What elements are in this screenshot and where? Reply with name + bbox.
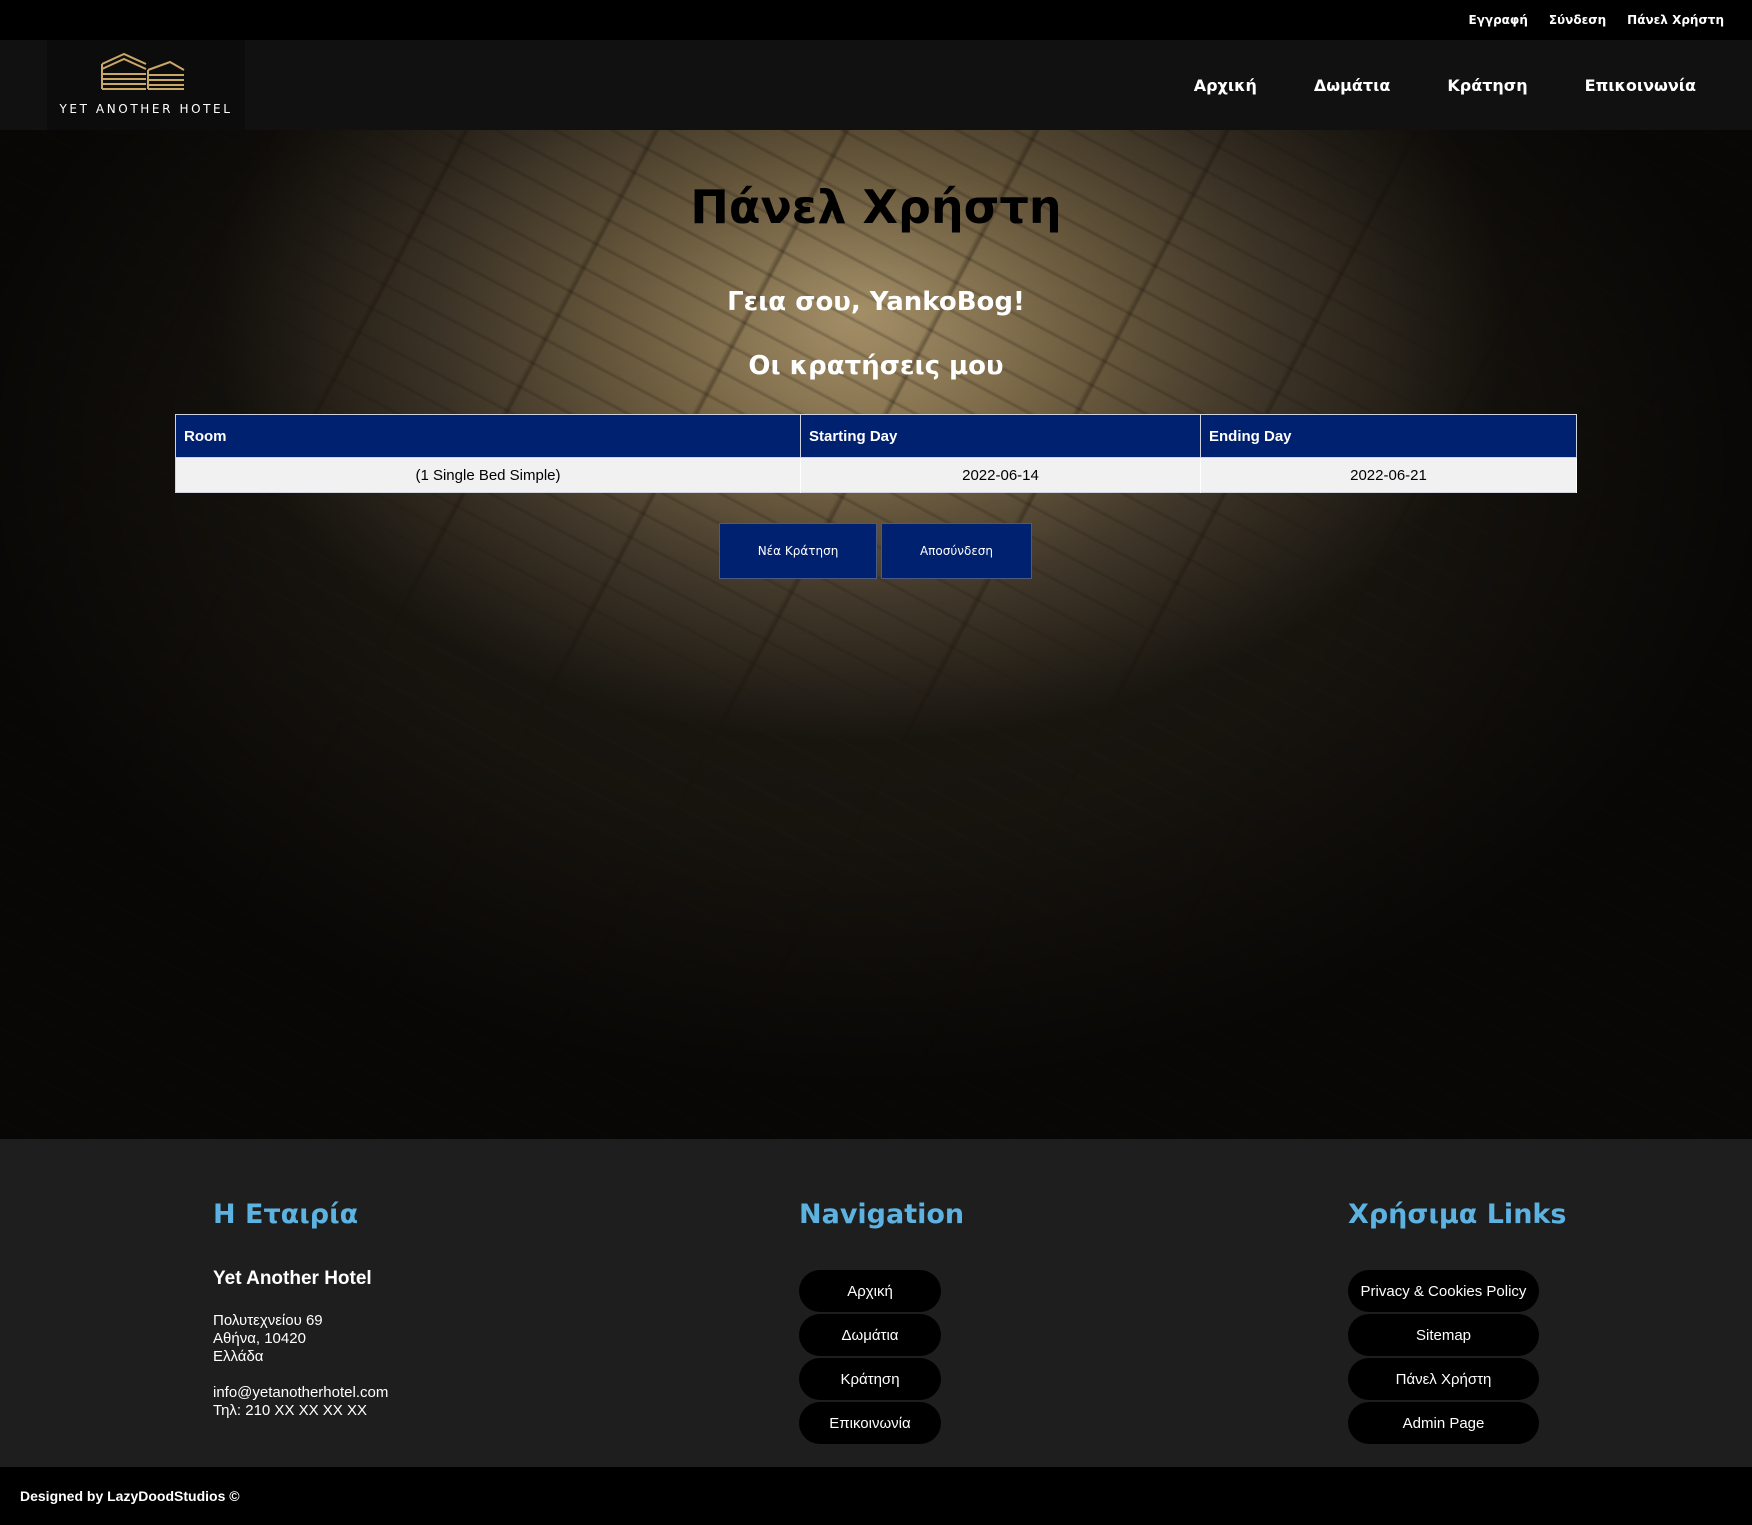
register-link[interactable]: Εγγραφή [1469, 13, 1528, 27]
building-logo-icon [101, 52, 185, 90]
table-header-row: Room Starting Day Ending Day [175, 414, 1577, 458]
footer-useful-links: Χρήσιμα Links Privacy & Cookies Policy S… [1348, 1199, 1566, 1444]
user-panel-link[interactable]: Πάνελ Χρήστη [1627, 13, 1724, 27]
nav-booking[interactable]: Κράτηση [1447, 76, 1527, 95]
admin-page-link[interactable]: Admin Page [1348, 1402, 1539, 1444]
company-phone: Τηλ: 210 XX XX XX XX [213, 1402, 367, 1419]
site-header: YET ANOTHER HOTEL Αρχική Δωμάτια Κράτηση… [0, 40, 1752, 130]
hotel-logo[interactable]: YET ANOTHER HOTEL [47, 40, 245, 130]
designer-credit: Designed by LazyDoodStudios © [20, 1488, 240, 1504]
useful-links-list: Privacy & Cookies Policy Sitemap Πάνελ Χ… [1348, 1270, 1566, 1444]
table-row: (1 Single Bed Simple) 2022-06-14 2022-06… [175, 457, 1577, 493]
footer-nav-list: Αρχική Δωμάτια Κράτηση Επικοινωνία [799, 1270, 964, 1444]
navigation-heading: Navigation [799, 1199, 965, 1230]
company-address: Πολυτεχνείου 69 Αθήνα, 10420 Ελλάδα [213, 1312, 388, 1366]
nav-home[interactable]: Αρχική [1194, 76, 1257, 95]
footer-nav-booking[interactable]: Κράτηση [799, 1358, 941, 1400]
column-header-room: Room [175, 414, 801, 458]
footer-nav-home[interactable]: Αρχική [799, 1270, 941, 1312]
main-nav: Αρχική Δωμάτια Κράτηση Επικοινωνία [1194, 40, 1696, 130]
top-bar: Εγγραφή Σύνδεση Πάνελ Χρήστη [0, 0, 1752, 40]
login-link[interactable]: Σύνδεση [1549, 13, 1606, 27]
footer-navigation: Navigation Αρχική Δωμάτια Κράτηση Επικοι… [799, 1199, 964, 1444]
address-line: Πολυτεχνείου 69 [213, 1312, 323, 1329]
new-booking-button[interactable]: Νέα Κράτηση [719, 523, 877, 579]
footer-nav-contact[interactable]: Επικοινωνία [799, 1402, 941, 1444]
cell-starting-day: 2022-06-14 [800, 457, 1201, 493]
privacy-policy-link[interactable]: Privacy & Cookies Policy [1348, 1270, 1539, 1312]
company-name: Yet Another Hotel [213, 1268, 372, 1289]
column-header-starting-day: Starting Day [800, 414, 1201, 458]
company-heading: Η Εταιρία [213, 1199, 359, 1230]
address-line: Ελλάδα [213, 1348, 264, 1365]
greeting: Γεια σου, YankoBog! [727, 287, 1025, 317]
address-line: Αθήνα, 10420 [213, 1330, 306, 1347]
page-title: Πάνελ Χρήστη [690, 180, 1062, 234]
nav-contact[interactable]: Επικοινωνία [1585, 76, 1696, 95]
bookings-table: Room Starting Day Ending Day (1 Single B… [175, 414, 1577, 493]
cell-ending-day: 2022-06-21 [1200, 457, 1577, 493]
site-footer: Η Εταιρία Yet Another Hotel Πολυτεχνείου… [0, 1139, 1752, 1467]
main-content: Πάνελ Χρήστη Γεια σου, YankoBog! Οι κρατ… [0, 130, 1752, 1139]
useful-links-heading: Χρήσιμα Links [1348, 1199, 1567, 1230]
cell-room: (1 Single Bed Simple) [175, 457, 801, 493]
action-buttons: Νέα Κράτηση Αποσύνδεση [719, 523, 1032, 579]
footer-nav-rooms[interactable]: Δωμάτια [799, 1314, 941, 1356]
footer-company: Η Εταιρία Yet Another Hotel Πολυτεχνείου… [213, 1199, 388, 1420]
credits-bar: Designed by LazyDoodStudios © [0, 1467, 1752, 1525]
bookings-heading: Οι κρατήσεις μου [748, 351, 1004, 381]
company-email[interactable]: info@yetanotherhotel.com [213, 1384, 388, 1402]
logout-button[interactable]: Αποσύνδεση [881, 523, 1032, 579]
sitemap-link[interactable]: Sitemap [1348, 1314, 1539, 1356]
nav-rooms[interactable]: Δωμάτια [1314, 76, 1391, 95]
column-header-ending-day: Ending Day [1200, 414, 1577, 458]
company-contact: info@yetanotherhotel.com Τηλ: 210 XX XX … [213, 1384, 388, 1420]
user-panel-footer-link[interactable]: Πάνελ Χρήστη [1348, 1358, 1539, 1400]
logo-text: YET ANOTHER HOTEL [59, 102, 233, 116]
